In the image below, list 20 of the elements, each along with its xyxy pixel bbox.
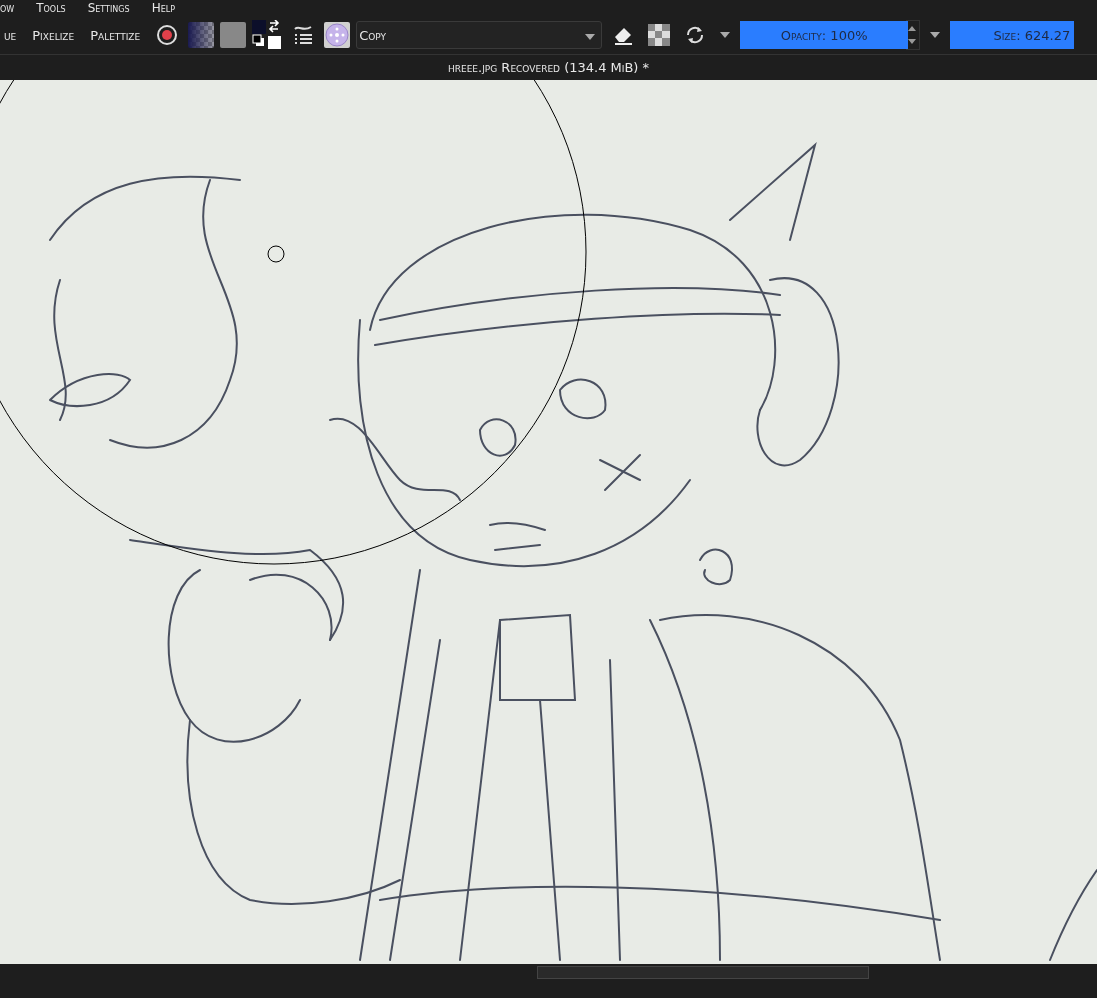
filter-button[interactable]: Pixelize (26, 27, 81, 43)
brush-preset-icon[interactable] (324, 22, 351, 48)
slider-label: Opacity: 100% (780, 27, 868, 43)
spin-buttons-icon[interactable] (906, 20, 921, 50)
menu-item[interactable]: Tools (36, 1, 66, 15)
menu-item[interactable]: Settings (87, 1, 130, 15)
size-slider[interactable]: Size: 624.27 (950, 21, 1075, 49)
opacity-slider[interactable]: Opacity: 100% (740, 21, 909, 49)
color-selector-icon[interactable] (252, 20, 283, 50)
blend-mode-dropdown[interactable]: Copy (356, 21, 603, 49)
filter-button[interactable]: Palettize (84, 27, 147, 43)
menu-item[interactable]: ow (0, 1, 15, 15)
menu-item[interactable]: Help (151, 1, 175, 15)
horizontal-scrollbar[interactable] (537, 966, 869, 979)
gradient-swatch[interactable] (188, 22, 215, 48)
cursor-icon (267, 245, 285, 263)
pattern-swatch[interactable] (220, 22, 247, 48)
filter-button[interactable]: ue (0, 27, 23, 43)
slider-label: Size: 624.27 (993, 27, 1071, 43)
document-title: hreee.jpg Recovered (134.4 MiB) * (447, 60, 650, 75)
